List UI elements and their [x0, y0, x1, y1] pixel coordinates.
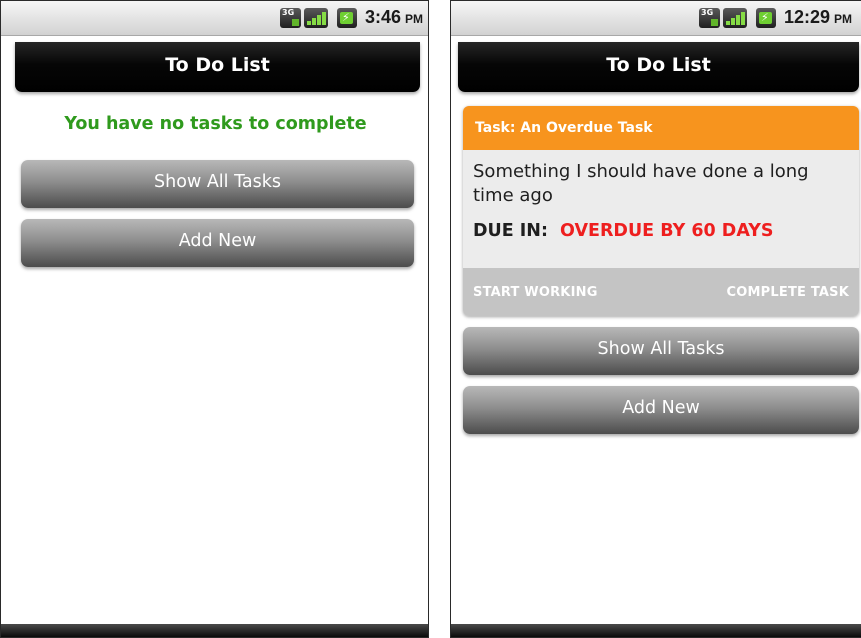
- due-value: OVERDUE BY 60 DAYS: [560, 221, 774, 241]
- app-title: To Do List: [606, 54, 711, 76]
- status-icons: 3G ⚡ 12:29 PM: [699, 7, 852, 28]
- battery-icon: ⚡: [337, 7, 357, 28]
- due-row: DUE IN: OVERDUE BY 60 DAYS: [463, 208, 859, 241]
- 3g-icon: 3G: [699, 7, 720, 28]
- app-title-bar: To Do List: [15, 42, 420, 92]
- signal-icon: [304, 7, 328, 28]
- status-icons: 3G ⚡ 3:46 PM: [280, 7, 423, 28]
- show-all-tasks-button[interactable]: Show All Tasks: [21, 160, 414, 208]
- 3g-icon: 3G: [280, 7, 301, 28]
- task-actions: START WORKING COMPLETE TASK: [463, 268, 859, 316]
- time-value: 3:46: [365, 7, 402, 27]
- status-bar: 3G ⚡ 12:29 PM: [451, 1, 861, 36]
- task-card: Task: An Overdue Task Something I should…: [463, 106, 859, 316]
- phone-screen-task: 3G ⚡ 12:29 PM To Do List Task: An Overdue…: [450, 0, 861, 638]
- phone-screen-empty: 3G ⚡ 3:46 PM To Do List You have no tasks…: [0, 0, 429, 638]
- add-new-button[interactable]: Add New: [21, 219, 414, 267]
- status-time: 12:29 PM: [784, 7, 852, 28]
- status-time: 3:46 PM: [365, 7, 423, 28]
- add-new-button[interactable]: Add New: [463, 386, 859, 434]
- battery-icon: ⚡: [756, 7, 776, 28]
- time-ampm: PM: [834, 12, 853, 26]
- task-description: Something I should have done a long time…: [473, 161, 809, 206]
- bottom-bar: [451, 624, 861, 637]
- complete-task-button[interactable]: COMPLETE TASK: [727, 285, 849, 300]
- start-working-button[interactable]: START WORKING: [473, 285, 598, 300]
- bottom-bar: [1, 624, 428, 637]
- no-tasks-message: You have no tasks to complete: [64, 114, 367, 134]
- time-ampm: PM: [405, 12, 424, 26]
- status-bar: 3G ⚡ 3:46 PM: [1, 1, 428, 36]
- app-title-bar: To Do List: [458, 42, 859, 92]
- task-card-header: Task: An Overdue Task: [463, 106, 859, 150]
- due-label: DUE IN:: [473, 221, 548, 241]
- time-value: 12:29: [784, 7, 831, 27]
- signal-icon: [723, 7, 747, 28]
- show-all-tasks-button[interactable]: Show All Tasks: [463, 327, 859, 375]
- app-title: To Do List: [165, 54, 270, 76]
